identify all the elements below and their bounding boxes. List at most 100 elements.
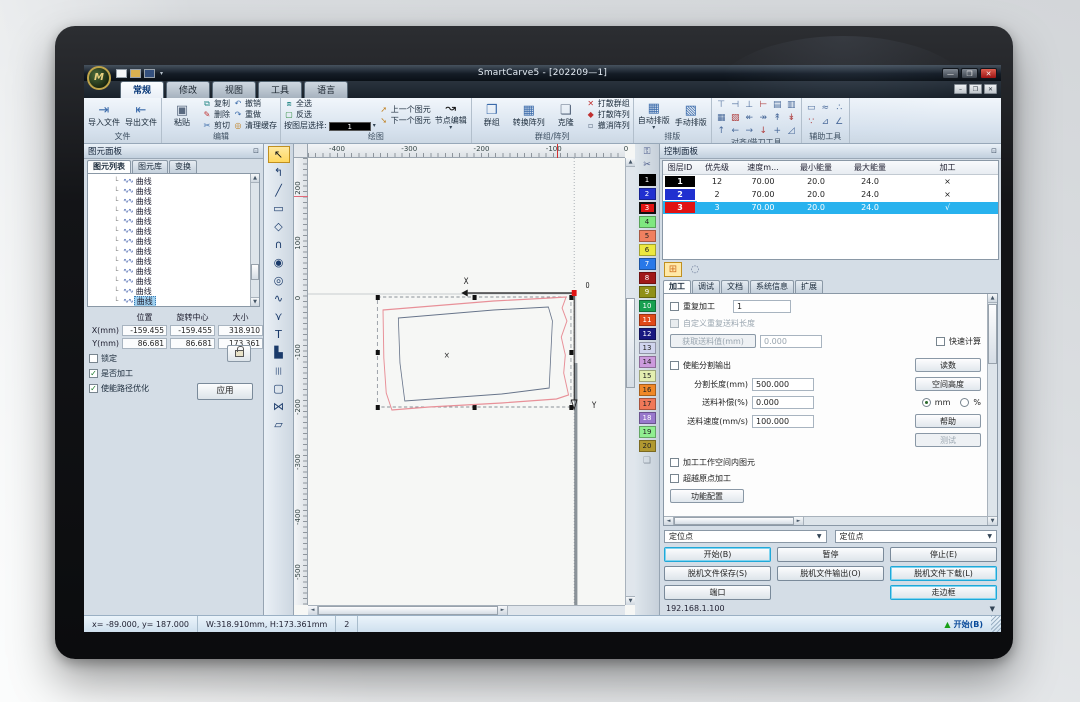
- layer-select-caret-icon[interactable]: ▾: [373, 121, 376, 131]
- drawing-area[interactable]: X 0 Y ×: [308, 158, 625, 605]
- align-tool-icon-1[interactable]: ⊤: [715, 99, 728, 111]
- undo-button[interactable]: ↶撤销: [233, 99, 277, 109]
- unit-mm-radio[interactable]: [922, 398, 931, 407]
- align-tool-icon-3[interactable]: ⊥: [743, 99, 756, 111]
- select-tool[interactable]: ↖: [268, 146, 290, 163]
- align-tool-icon-6[interactable]: ▥: [785, 99, 798, 111]
- custom-feed-checkbox[interactable]: [670, 319, 679, 328]
- list-item-curve-11[interactable]: └∿∿曲线: [114, 276, 259, 286]
- control-panel-pin-icon[interactable]: ⊡: [991, 147, 997, 155]
- mdi-restore-button[interactable]: ❐: [969, 84, 982, 94]
- list-item-curve-8[interactable]: └∿∿曲线: [114, 246, 259, 256]
- ungroup-button[interactable]: ✕打散群组: [586, 99, 630, 109]
- by-layer-select[interactable]: 按图层选择: 1 ▾: [284, 121, 376, 131]
- selection-handles[interactable]: [376, 295, 574, 410]
- settings-scroll-down-icon[interactable]: ▼: [988, 516, 997, 525]
- text-tool[interactable]: T: [268, 326, 290, 343]
- palette-color-13[interactable]: 13: [639, 342, 656, 354]
- palette-color-1[interactable]: 1: [639, 174, 656, 186]
- beyond-origin-checkbox[interactable]: [670, 474, 679, 483]
- undo-array-button[interactable]: ▫撤消阵列: [586, 121, 630, 131]
- canvas-scroll-up-icon[interactable]: ▲: [626, 158, 635, 167]
- unit-percent-radio[interactable]: [960, 398, 969, 407]
- clone-button[interactable]: ❏ 克隆: [549, 103, 583, 127]
- layer-tool-icon[interactable]: ✂: [643, 159, 651, 172]
- group-button[interactable]: ❒ 群组: [475, 103, 509, 127]
- palette-color-2[interactable]: 2: [639, 188, 656, 200]
- mdi-minimize-button[interactable]: –: [954, 84, 967, 94]
- repeat-process-checkbox[interactable]: [670, 302, 679, 311]
- canvas-scroll-right-icon[interactable]: ►: [498, 606, 508, 615]
- canvas[interactable]: -400-300-200-1000100 2001000-100-200-300…: [294, 144, 635, 615]
- align-tool-icon-8[interactable]: ▧: [729, 112, 742, 124]
- aux-tool-icon-5[interactable]: ⊿: [819, 116, 832, 129]
- settings-scroll-up-icon[interactable]: ▲: [988, 294, 997, 303]
- align-tool-icon-18[interactable]: ◿: [785, 125, 798, 137]
- line-tool[interactable]: ╱: [268, 182, 290, 199]
- ellipse-tool[interactable]: ◎: [268, 272, 290, 289]
- list-item-curve-13[interactable]: └∿∿曲线: [114, 296, 259, 306]
- break-array-button[interactable]: ◆打散阵列: [586, 110, 630, 120]
- shape-outline-inner[interactable]: [398, 307, 552, 401]
- help-button[interactable]: 帮助: [915, 414, 981, 428]
- cut-button[interactable]: ✂剪切: [202, 121, 230, 131]
- palette-color-18[interactable]: 18: [639, 412, 656, 424]
- spline-tool[interactable]: ∿: [268, 290, 290, 307]
- palette-color-10[interactable]: 10: [639, 300, 656, 312]
- palette-color-16[interactable]: 16: [639, 384, 656, 396]
- import-file-button[interactable]: ⇥ 导入文件: [87, 103, 121, 127]
- space-height-button[interactable]: 空间高度: [915, 377, 981, 391]
- paste-button[interactable]: ▣ 粘贴: [165, 103, 199, 127]
- ip-dropdown-icon[interactable]: ▼: [990, 605, 995, 613]
- test-button[interactable]: 测试: [915, 433, 981, 447]
- rectangle-tool[interactable]: ▭: [268, 200, 290, 217]
- feed-value-field[interactable]: 0.000: [760, 335, 822, 348]
- close-button[interactable]: ✕: [980, 68, 997, 79]
- redo-button[interactable]: ↷重做: [233, 110, 277, 120]
- element-panel-tab-2[interactable]: 图元库: [132, 160, 168, 173]
- aux-tool-icon-4[interactable]: ∵: [805, 116, 818, 129]
- palette-color-15[interactable]: 15: [639, 370, 656, 382]
- process-checkbox-row[interactable]: 是否加工: [89, 368, 258, 379]
- aux-tool-icon-6[interactable]: ∠: [833, 116, 846, 129]
- anchor-point-select-2[interactable]: 定位点▼: [835, 530, 998, 543]
- palette-color-4[interactable]: 4: [639, 216, 656, 228]
- export-file-button[interactable]: ⇤ 导出文件: [124, 103, 158, 127]
- feed-speed-field[interactable]: 100.000: [752, 415, 814, 428]
- x-position-field[interactable]: -159.455: [122, 325, 167, 336]
- align-tool-icon-5[interactable]: ▤: [771, 99, 784, 111]
- align-tool-icon-17[interactable]: +: [771, 125, 784, 137]
- canvas-scroll-left-icon[interactable]: ◄: [308, 606, 318, 615]
- palette-color-11[interactable]: 11: [639, 314, 656, 326]
- feed-comp-field[interactable]: 0.000: [752, 396, 814, 409]
- settings-vscrollbar[interactable]: ▲ ▼: [987, 294, 997, 525]
- align-tool-icon-16[interactable]: ↓: [757, 125, 770, 137]
- palette-more-icon[interactable]: ❏: [643, 455, 651, 468]
- process-checkbox[interactable]: [89, 369, 98, 378]
- align-tool-icon-11[interactable]: ↟: [771, 112, 784, 124]
- auto-layout-button[interactable]: ▦ 自动排版 ▾: [637, 101, 671, 130]
- stop-button[interactable]: 停止(E): [890, 547, 997, 562]
- clear-cache-button[interactable]: ◎清理缓存: [233, 121, 277, 131]
- align-tool-icon-4[interactable]: ⊢: [757, 99, 770, 111]
- selection-box[interactable]: [377, 297, 571, 407]
- palette-color-9[interactable]: 9: [639, 286, 656, 298]
- invert-select-button[interactable]: ▢反选: [284, 110, 376, 120]
- settings-scroll-left-icon[interactable]: ◄: [664, 517, 674, 525]
- fill-tool[interactable]: ▙: [268, 344, 290, 361]
- align-tool-icon-7[interactable]: ▦: [715, 112, 728, 124]
- resize-grip[interactable]: [991, 616, 1001, 632]
- control-tab-4[interactable]: 系统信息: [750, 280, 794, 293]
- settings-hscrollbar[interactable]: ◄ ►: [664, 516, 987, 525]
- table-row[interactable]: 11270.0020.024.0×: [663, 175, 998, 188]
- marquee-tool[interactable]: ▢: [268, 380, 290, 397]
- next-element-button[interactable]: ➘下一个图元: [379, 116, 431, 126]
- offline-download-button[interactable]: 脱机文件下载(L): [890, 566, 997, 581]
- canvas-scroll-down-icon[interactable]: ▼: [626, 596, 635, 605]
- offline-save-button[interactable]: 脱机文件保存(S): [664, 566, 771, 581]
- align-tool-icon-14[interactable]: ←: [729, 125, 742, 137]
- element-list-scrollbar[interactable]: ▲ ▼: [250, 174, 259, 306]
- open-file-icon[interactable]: [130, 69, 141, 78]
- menu-tab-1[interactable]: 常规: [120, 81, 164, 98]
- function-config-button[interactable]: 功能配置: [670, 489, 744, 503]
